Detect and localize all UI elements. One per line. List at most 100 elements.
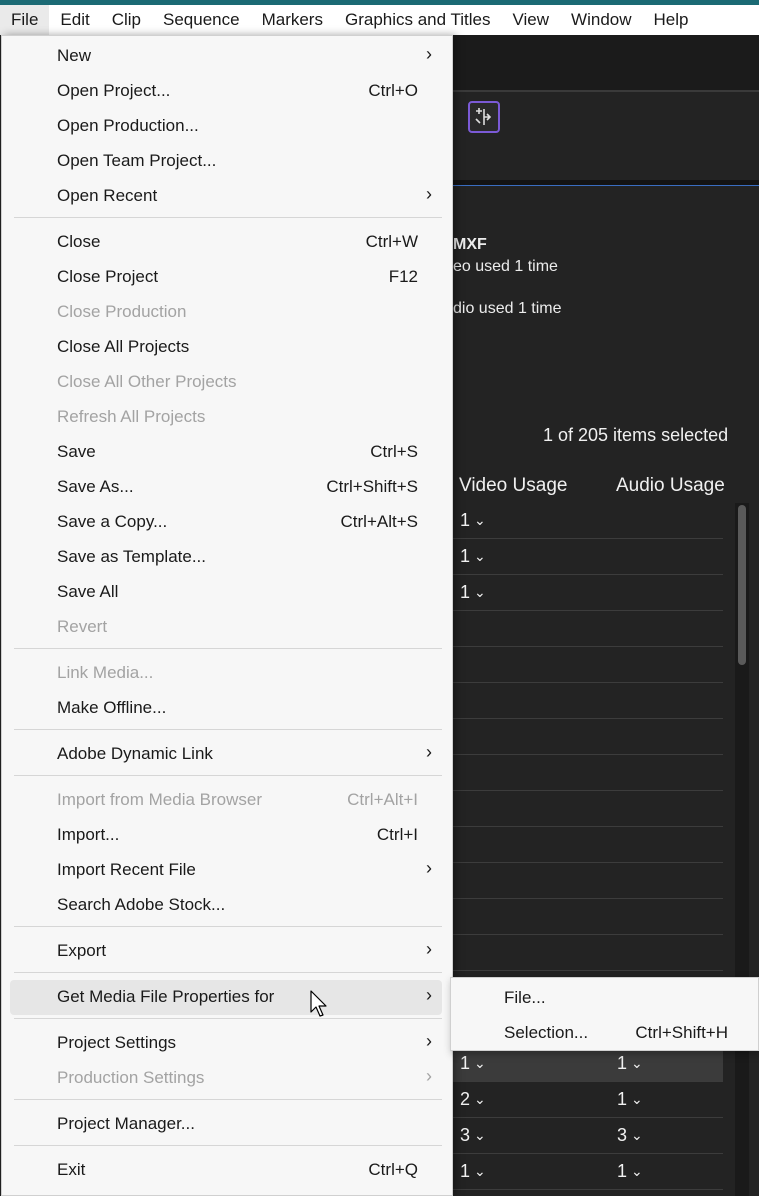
menu-help[interactable]: Help: [643, 5, 700, 35]
menu-item-label: Close Project: [57, 267, 159, 286]
video-usage-cell[interactable]: 1 ⌄: [460, 582, 486, 603]
menu-item-project-settings[interactable]: Project Settings ›: [10, 1026, 442, 1061]
menu-sequence[interactable]: Sequence: [152, 5, 251, 35]
clip-format-label: MXF: [453, 236, 487, 253]
video-usage-cell[interactable]: 2 ⌄: [460, 1089, 486, 1110]
menu-item-save-copy[interactable]: Save a Copy... Ctrl+Alt+S: [10, 505, 442, 540]
menu-file[interactable]: File: [0, 5, 50, 35]
menu-separator: [14, 972, 442, 973]
file-menu-dropdown: New › Open Project... Ctrl+O Open Produc…: [1, 35, 453, 1196]
menu-item-export[interactable]: Export ›: [10, 934, 442, 969]
audio-usage-cell[interactable]: 3 ⌄: [617, 1125, 643, 1146]
menu-window[interactable]: Window: [560, 5, 642, 35]
menu-item-get-media-file-properties[interactable]: Get Media File Properties for ›: [10, 980, 442, 1015]
menu-item-open-recent[interactable]: Open Recent ›: [10, 179, 442, 214]
chevron-down-icon: ⌄: [474, 548, 486, 564]
menu-item-label: Close All Other Projects: [57, 372, 237, 391]
menu-item-label: Refresh All Projects: [57, 407, 206, 426]
menu-item-project-manager[interactable]: Project Manager...: [10, 1107, 442, 1142]
table-row[interactable]: 1 ⌄ 1 ⌄: [453, 1154, 723, 1190]
menu-separator: [14, 775, 442, 776]
menu-item-save-as-template[interactable]: Save as Template...: [10, 540, 442, 575]
menu-item-refresh-all-projects: Refresh All Projects: [10, 400, 442, 435]
submenu-item-file[interactable]: File...: [451, 981, 759, 1015]
menu-item-label: Get Media File Properties for: [57, 987, 275, 1006]
menu-item-label: Save: [57, 442, 96, 461]
menu-item-adobe-dynamic-link[interactable]: Adobe Dynamic Link ›: [10, 737, 442, 772]
menu-item-label: Project Settings: [57, 1033, 177, 1052]
menu-item-new[interactable]: New ›: [10, 39, 442, 74]
video-usage-cell[interactable]: 1 ⌄: [460, 1161, 486, 1182]
menu-view[interactable]: View: [502, 5, 561, 35]
menu-item-search-adobe-stock[interactable]: Search Adobe Stock...: [10, 888, 442, 923]
video-usage-cell[interactable]: 1 ⌄: [460, 546, 486, 567]
menu-item-exit[interactable]: Exit Ctrl+Q: [10, 1153, 442, 1188]
menu-item-shortcut: Ctrl+S: [370, 442, 418, 461]
chevron-down-icon: ⌄: [631, 1163, 643, 1179]
menu-item-shortcut: Ctrl+Alt+S: [340, 512, 418, 531]
menu-graphics-titles[interactable]: Graphics and Titles: [334, 5, 502, 35]
menu-markers[interactable]: Markers: [251, 5, 334, 35]
menu-item-label: Open Recent: [57, 186, 158, 205]
project-item-list: 1 ⌄ 1 ⌄ 1 ⌄ 1 ⌄ 1 ⌄ 2 ⌄ 1 ⌄ 3 ⌄ 3 ⌄ 1 ⌄ 1 ⌄: [453, 503, 723, 1196]
submenu-arrow-icon: ›: [426, 985, 432, 1005]
menu-item-save-as[interactable]: Save As... Ctrl+Shift+S: [10, 470, 442, 505]
table-row[interactable]: [453, 827, 723, 863]
menu-item-label: Revert: [57, 617, 108, 636]
menu-item-label: Project Manager...: [57, 1114, 195, 1133]
menu-item-open-team-project[interactable]: Open Team Project...: [10, 144, 442, 179]
menu-item-label: Import...: [57, 825, 120, 844]
table-row[interactable]: [453, 719, 723, 755]
menu-item-close[interactable]: Close Ctrl+W: [10, 225, 442, 260]
table-row[interactable]: 2 ⌄ 1 ⌄: [453, 1082, 723, 1118]
menu-item-label: Open Project...: [57, 81, 171, 100]
video-usage-cell[interactable]: 1 ⌄: [460, 510, 486, 531]
table-row[interactable]: [453, 683, 723, 719]
table-row[interactable]: 3 ⌄ 3 ⌄: [453, 1118, 723, 1154]
menu-item-label: Open Team Project...: [57, 151, 217, 170]
table-row[interactable]: [453, 647, 723, 683]
audio-usage-cell[interactable]: 1 ⌄: [617, 1053, 643, 1074]
menu-item-shortcut: Ctrl+Alt+I: [347, 790, 418, 809]
auto-reframe-tool-button[interactable]: [468, 101, 500, 133]
column-header-video-usage[interactable]: Video Usage: [459, 475, 567, 497]
menu-item-label: Close All Projects: [57, 337, 190, 356]
menu-item-open-production[interactable]: Open Production...: [10, 109, 442, 144]
table-row[interactable]: 1 ⌄: [453, 503, 723, 539]
chevron-down-icon: ⌄: [474, 512, 486, 528]
table-row[interactable]: 1 ⌄: [453, 575, 723, 611]
video-usage-cell[interactable]: 3 ⌄: [460, 1125, 486, 1146]
table-row[interactable]: [453, 791, 723, 827]
table-row[interactable]: [453, 899, 723, 935]
table-row[interactable]: [453, 611, 723, 647]
menu-item-production-settings: Production Settings ›: [10, 1061, 442, 1096]
table-row[interactable]: [453, 935, 723, 971]
column-header-audio-usage[interactable]: Audio Usage: [616, 475, 725, 497]
table-row[interactable]: 1 ⌄ 1 ⌄: [453, 1046, 723, 1082]
menu-item-shortcut: F12: [388, 267, 418, 286]
table-row[interactable]: [453, 863, 723, 899]
table-row[interactable]: 1 ⌄: [453, 539, 723, 575]
video-usage-cell[interactable]: 1 ⌄: [460, 1053, 486, 1074]
menu-item-open-project[interactable]: Open Project... Ctrl+O: [10, 74, 442, 109]
menu-item-label: Link Media...: [57, 663, 154, 682]
menu-item-make-offline[interactable]: Make Offline...: [10, 691, 442, 726]
menu-item-close-all-projects[interactable]: Close All Projects: [10, 330, 442, 365]
menu-clip[interactable]: Clip: [101, 5, 152, 35]
menu-item-shortcut: Ctrl+I: [376, 825, 418, 844]
audio-usage-cell[interactable]: 1 ⌄: [617, 1161, 643, 1182]
menu-item-import-recent-file[interactable]: Import Recent File ›: [10, 853, 442, 888]
menu-item-label: Import Recent File: [57, 860, 196, 879]
menu-edit[interactable]: Edit: [49, 5, 100, 35]
table-row[interactable]: [453, 755, 723, 791]
menu-separator: [14, 729, 442, 730]
selection-status: 1 of 205 items selected: [543, 425, 729, 445]
menu-item-import[interactable]: Import... Ctrl+I: [10, 818, 442, 853]
list-scrollbar-thumb[interactable]: [738, 505, 746, 665]
menu-item-save-all[interactable]: Save All: [10, 575, 442, 610]
menu-separator: [14, 926, 442, 927]
menu-item-save[interactable]: Save Ctrl+S: [10, 435, 442, 470]
audio-usage-cell[interactable]: 1 ⌄: [617, 1089, 643, 1110]
menu-item-close-project[interactable]: Close Project F12: [10, 260, 442, 295]
submenu-item-selection[interactable]: Selection... Ctrl+Shift+H: [451, 1016, 759, 1050]
